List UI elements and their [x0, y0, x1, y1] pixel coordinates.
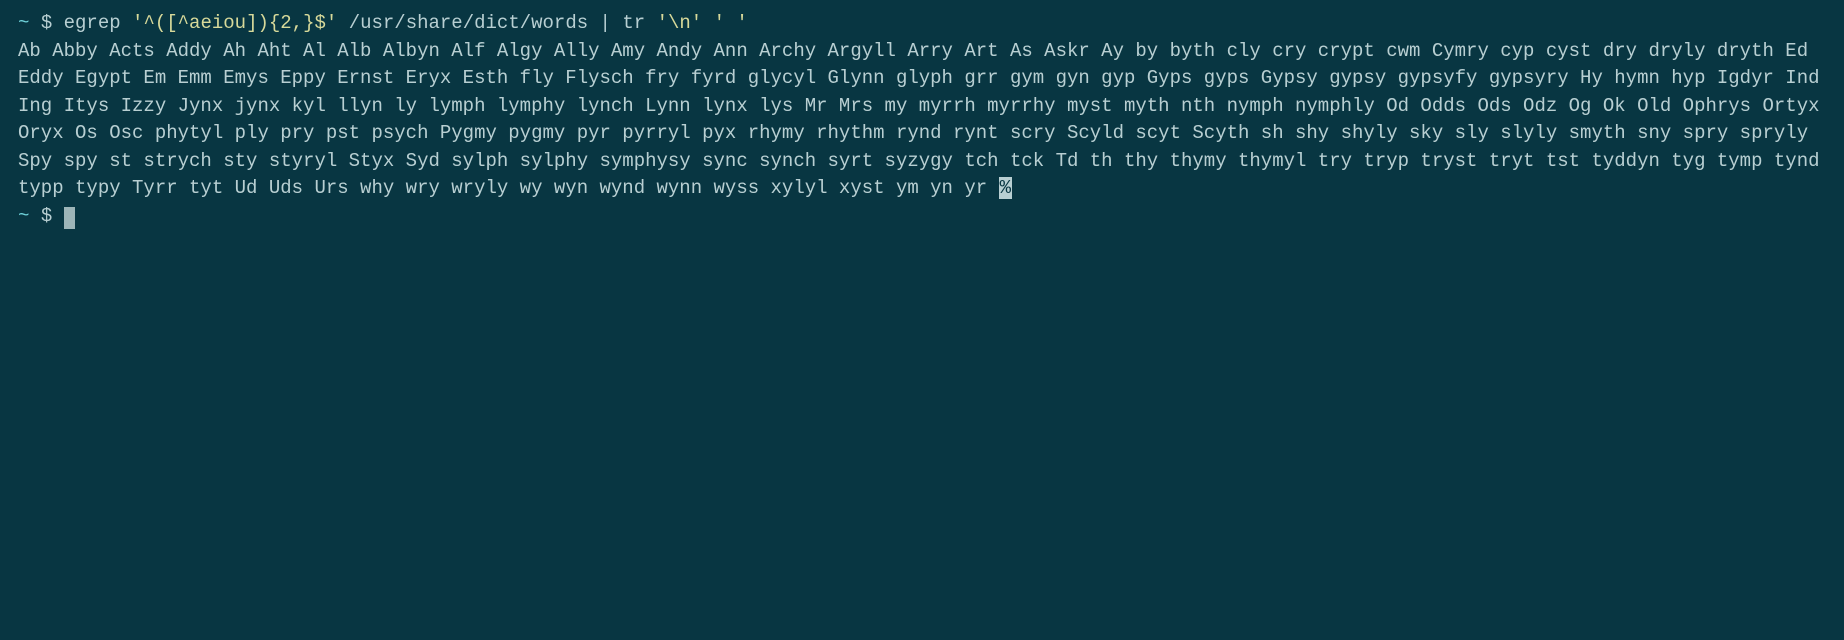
cmd-arg1: '\n'	[657, 12, 703, 34]
command-line: egrep '^([^aeiou]){2,}$' /usr/share/dict…	[64, 12, 748, 34]
cmd-pipe: |	[600, 12, 611, 34]
prompt-line-1: ~ $	[18, 12, 64, 34]
prompt-dollar: $	[41, 12, 52, 34]
prompt-tilde: ~	[18, 12, 29, 34]
eol-marker-icon: %	[999, 177, 1012, 199]
prompt-dollar: $	[41, 205, 52, 227]
cmd-tr: tr	[622, 12, 645, 34]
prompt-tilde: ~	[18, 205, 29, 227]
cmd-file: /usr/share/dict/words	[349, 12, 588, 34]
cursor-icon	[64, 207, 75, 229]
prompt-line-2: ~ $	[18, 205, 64, 227]
command-output: Ab Abby Acts Addy Ah Aht Al Alb Albyn Al…	[18, 40, 1831, 200]
terminal-window[interactable]: ~ $ egrep '^([^aeiou]){2,}$' /usr/share/…	[18, 10, 1826, 230]
cmd-arg2: ' '	[714, 12, 748, 34]
cmd-egrep: egrep	[64, 12, 121, 34]
cmd-regex: '^([^aeiou]){2,}$'	[132, 12, 337, 34]
